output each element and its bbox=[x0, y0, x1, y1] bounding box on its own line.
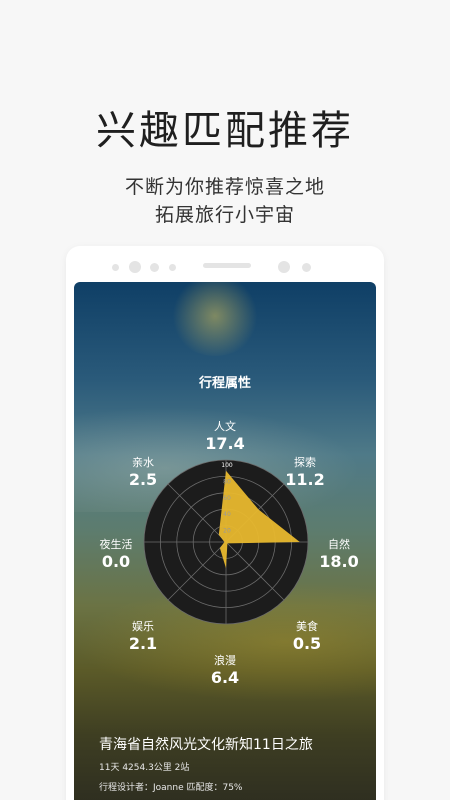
attr-value: 2.1 bbox=[128, 634, 158, 653]
phone-top-bar bbox=[66, 246, 384, 282]
attr-value: 0.5 bbox=[292, 634, 322, 653]
phone-sensor-dot bbox=[302, 263, 311, 272]
phone-sensor-dot bbox=[169, 264, 176, 271]
radar-tick-label: 20 bbox=[223, 528, 231, 535]
app-screen[interactable]: 行程属性 人文 17.4 探索 11.2 自然 18.0 美食 0.5 浪漫 6… bbox=[74, 282, 376, 800]
attr-value: 0.0 bbox=[101, 552, 131, 571]
hero-subtitle-line1: 不断为你推荐惊喜之地 bbox=[124, 176, 325, 198]
attr-label: 人文 bbox=[214, 420, 236, 433]
phone-mockup: 行程属性 人文 17.4 探索 11.2 自然 18.0 美食 0.5 浪漫 6… bbox=[66, 246, 384, 800]
trip-designer: 行程设计者：Joanne 匹配度：75% bbox=[99, 783, 243, 793]
radar-tick-label: 80 bbox=[223, 478, 231, 485]
section-title: 行程属性 bbox=[198, 376, 251, 391]
attr-label: 夜生活 bbox=[99, 538, 133, 551]
attr-value: 18.0 bbox=[319, 552, 359, 571]
trip-stats: 11天 4254.3公里 2站 bbox=[99, 763, 190, 773]
radar-chart: 100 80 60 40 20 bbox=[143, 459, 309, 625]
attr-renwen: 人文 17.4 bbox=[200, 420, 250, 454]
phone-speaker bbox=[203, 263, 251, 268]
radar-tick-label: 40 bbox=[223, 511, 231, 518]
hero-title: 兴趣匹配推荐 bbox=[96, 108, 354, 154]
phone-camera-dot bbox=[129, 261, 141, 273]
attr-label: 自然 bbox=[328, 538, 350, 551]
radar-tick-label: 60 bbox=[223, 495, 231, 502]
phone-camera-dot bbox=[278, 261, 290, 273]
attr-value: 17.4 bbox=[205, 434, 245, 453]
trip-title[interactable]: 青海省自然风光文化新知11日之旅 bbox=[99, 734, 313, 754]
attr-value: 6.4 bbox=[210, 668, 240, 687]
hero-subtitle-line2: 拓展旅行小宇宙 bbox=[154, 204, 295, 226]
background-sun bbox=[170, 282, 260, 356]
phone-sensor-dot bbox=[150, 263, 159, 272]
attr-ziran: 自然 18.0 bbox=[312, 538, 366, 572]
attr-yeshenghuo: 夜生活 0.0 bbox=[86, 538, 146, 572]
phone-sensor-dot bbox=[112, 264, 119, 271]
radar-tick-label: 100 bbox=[221, 462, 233, 469]
attr-label: 浪漫 bbox=[214, 654, 236, 667]
attr-langman: 浪漫 6.4 bbox=[200, 654, 250, 688]
